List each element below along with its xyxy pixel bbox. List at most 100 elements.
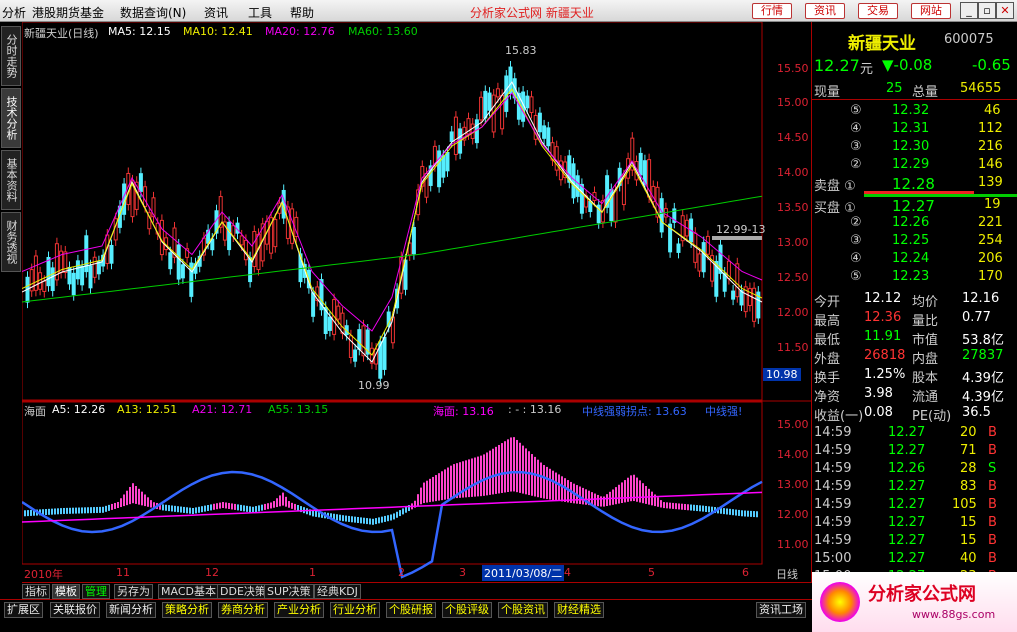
sub-bar	[252, 506, 254, 513]
vol-value: 25	[886, 81, 903, 96]
sub-bar	[441, 471, 443, 501]
sub-bar	[513, 437, 515, 492]
candle-body	[92, 256, 97, 278]
y-tick: 12.00	[777, 306, 809, 319]
x-tick: 6	[742, 566, 749, 579]
sub-bar	[519, 442, 521, 493]
sub-bar	[282, 492, 284, 506]
candle-body	[705, 235, 710, 255]
trade-button[interactable]: 交易	[858, 3, 898, 19]
candle-body	[676, 243, 681, 253]
stat-row: 净资 3.98 流通 4.39亿	[812, 385, 1017, 405]
tab-financial[interactable]: 财务透视	[1, 212, 21, 272]
candle-body	[138, 173, 143, 192]
tab-news-analysis[interactable]: 新闻分析	[106, 602, 156, 618]
menu-tools[interactable]: 工具	[248, 4, 272, 21]
sub-bar	[291, 502, 293, 509]
tick-row-cell: 28	[960, 461, 977, 476]
kline-chart[interactable]	[22, 22, 812, 582]
news-button[interactable]: 资讯	[805, 3, 845, 19]
period-label[interactable]: 日线	[776, 566, 798, 582]
tab-related[interactable]: 关联报价	[50, 602, 100, 618]
tab-research[interactable]: 个股研报	[386, 602, 436, 618]
tab-industry[interactable]: 行业分析	[330, 602, 380, 618]
restore-icon[interactable]: ▫	[978, 2, 996, 19]
sub-bar	[564, 478, 566, 502]
tab-intraday[interactable]: 分时走势	[1, 26, 21, 86]
candle-body	[168, 252, 173, 270]
tab-strategy[interactable]: 策略分析	[162, 602, 212, 618]
total-label: 总量	[912, 85, 939, 100]
sub-bar	[276, 498, 278, 508]
sub-bar	[261, 504, 263, 511]
tab-stock-news[interactable]: 个股资讯	[498, 602, 548, 618]
sub-bar	[537, 459, 539, 498]
tab-profile[interactable]: 基本资料	[1, 150, 21, 210]
tab-technical[interactable]: 技术分析	[1, 88, 21, 148]
sub-bar	[228, 502, 230, 509]
bid-row: ③ 12.25 254	[812, 232, 1017, 250]
sub-bar	[171, 505, 173, 512]
candle-body	[340, 312, 345, 334]
sub-bar	[429, 478, 431, 503]
tick-row-cell: 12.27	[888, 425, 926, 440]
y-tick: 13.00	[777, 478, 809, 491]
total-value: 54655	[960, 81, 1002, 96]
sub-bar	[150, 500, 152, 508]
tab-manage[interactable]: 管理	[82, 584, 110, 599]
tab-macd[interactable]: MACD基本	[158, 584, 219, 599]
sub-bar	[165, 504, 167, 511]
tab-dde[interactable]: DDE决策	[217, 584, 269, 599]
menu-hk-futures[interactable]: 港股期货基金	[32, 4, 104, 21]
sub-bar	[237, 504, 239, 511]
menu-news[interactable]: 资讯	[204, 4, 228, 21]
stock-code: 600075	[944, 32, 994, 47]
stock-name: 新疆天业	[848, 34, 916, 54]
window-title: 分析家公式网 新疆天业	[470, 6, 594, 20]
sub-bar	[267, 503, 269, 510]
tab-sup[interactable]: SUP决策	[264, 584, 314, 599]
sub-bar	[369, 518, 371, 525]
candle-body	[42, 280, 47, 292]
minimize-icon[interactable]: _	[960, 2, 978, 19]
tab-finance-select[interactable]: 财经精选	[554, 602, 604, 618]
candle-body	[525, 95, 530, 109]
stat-row-cell: 12.12	[864, 291, 902, 306]
tab-broker[interactable]: 券商分析	[218, 602, 268, 618]
menu-data-query[interactable]: 数据查询(N)	[120, 4, 186, 21]
y-tick: 11.00	[777, 538, 809, 551]
menu-analysis[interactable]: 分析	[2, 4, 26, 21]
tab-ext[interactable]: 扩展区	[4, 602, 43, 618]
tab-template[interactable]: 模板	[52, 584, 80, 599]
stat-row-cell: 内盘	[912, 352, 939, 367]
sub-bar	[204, 505, 206, 512]
candle-body	[701, 242, 706, 273]
candle-body	[487, 92, 492, 111]
flower-icon	[820, 582, 860, 622]
menu-help[interactable]: 帮助	[290, 4, 314, 21]
candle-body	[353, 349, 358, 362]
ma5-label: MA5: 12.15	[108, 25, 171, 38]
x-tick: 5	[648, 566, 655, 579]
tick-row-cell: 15	[960, 533, 977, 548]
tab-rating[interactable]: 个股评级	[442, 602, 492, 618]
sub-bar	[726, 508, 728, 515]
sub-bar	[219, 502, 221, 509]
sub-bar	[357, 517, 359, 523]
sub-bar	[312, 510, 314, 517]
stat-row-cell: 收益(一)	[814, 409, 864, 424]
bid-row-cell: 206	[978, 251, 1003, 266]
sub-bar	[447, 467, 449, 500]
bid-row: ② 12.26 221	[812, 214, 1017, 232]
tab-kdj[interactable]: 经典KDJ	[314, 584, 361, 599]
tab-industry-chain[interactable]: 产业分析	[274, 602, 324, 618]
bid-row-cell: ②	[850, 215, 862, 230]
tab-save-as[interactable]: 另存为	[114, 584, 153, 599]
candle-body	[46, 256, 51, 287]
website-button[interactable]: 网站	[911, 3, 951, 19]
bid-row-cell: ⑤	[850, 269, 862, 284]
tab-news-workshop[interactable]: 资讯工场	[756, 602, 806, 618]
quote-button[interactable]: 行情	[752, 3, 792, 19]
tab-indicator[interactable]: 指标	[22, 584, 50, 599]
close-icon[interactable]: ✕	[996, 2, 1014, 19]
